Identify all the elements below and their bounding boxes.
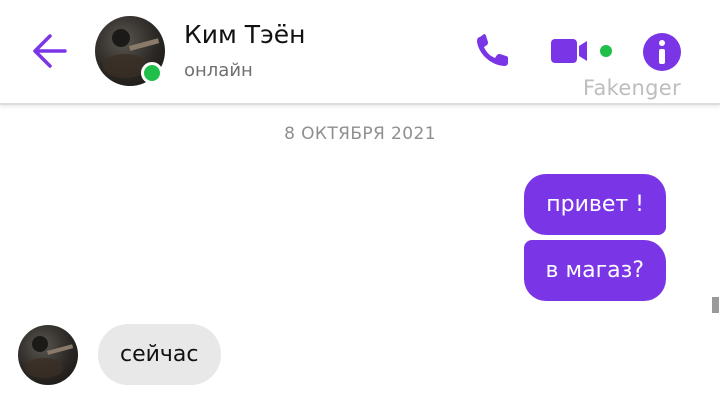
message-outgoing[interactable]: привет ! [524, 174, 666, 235]
message-outgoing[interactable]: в магаз? [523, 240, 666, 301]
contact-name[interactable]: Ким Тэён [184, 20, 306, 49]
scrollbar-thumb[interactable] [712, 297, 719, 313]
back-arrow-icon[interactable] [30, 32, 68, 70]
online-indicator [141, 62, 163, 84]
chat-header: Ким Тэён онлайн Fakenger [0, 0, 720, 105]
phone-icon[interactable] [474, 33, 514, 69]
date-separator: 8 ОКТЯБРЯ 2021 [284, 124, 436, 144]
info-icon[interactable] [642, 32, 682, 72]
watermark-text: Fakenger [583, 76, 681, 100]
sender-avatar[interactable] [18, 325, 78, 385]
video-camera-icon[interactable] [551, 36, 615, 66]
message-incoming[interactable]: сейчас [98, 324, 221, 385]
contact-status: онлайн [184, 60, 253, 81]
